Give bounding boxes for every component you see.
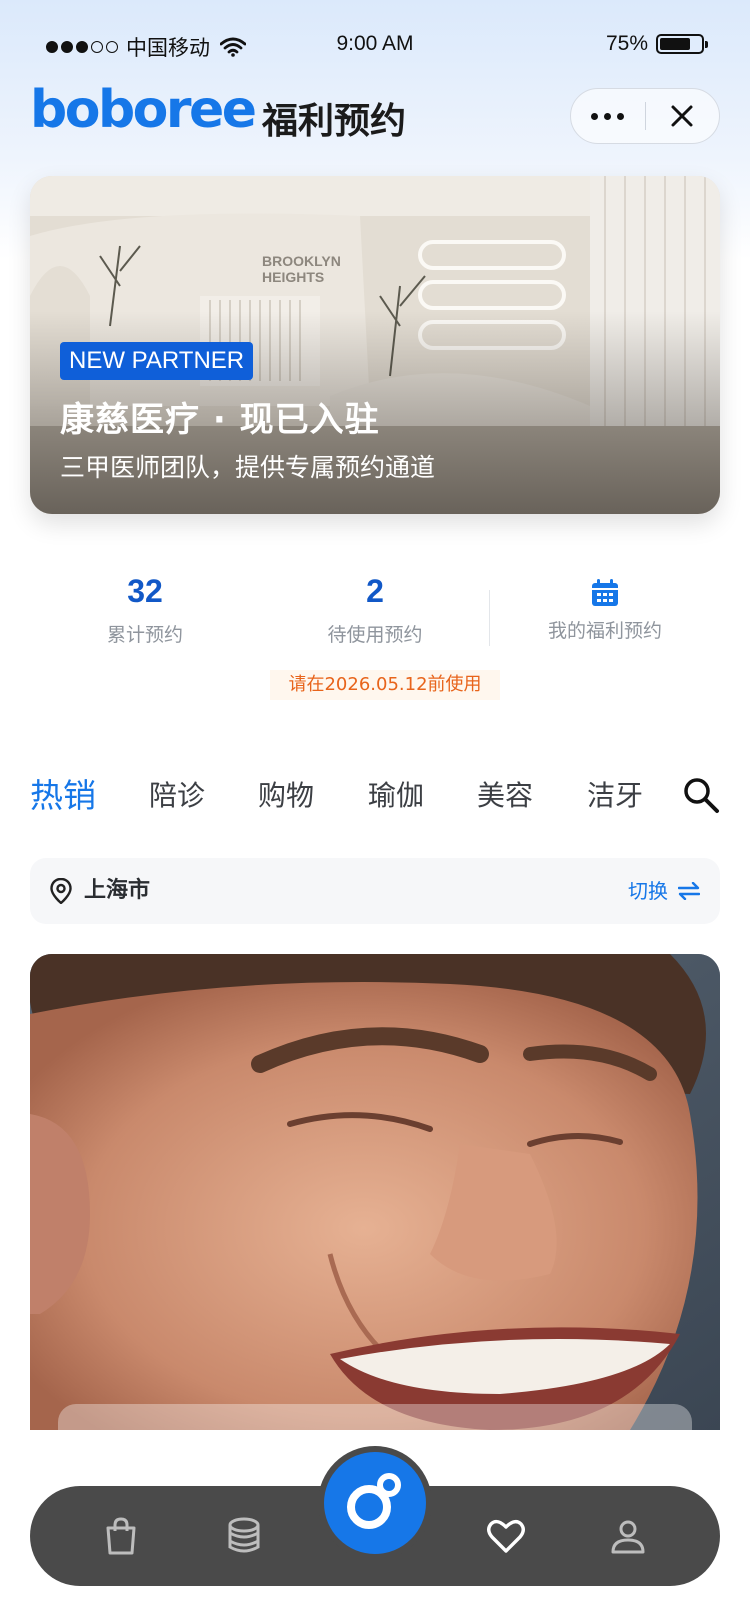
- search-icon: [684, 778, 719, 813]
- stat-pending-bookings[interactable]: 2 待使用预约: [260, 570, 490, 647]
- tab-yoga[interactable]: 瑜伽: [368, 770, 424, 822]
- tab-shopping[interactable]: 购物: [258, 770, 314, 822]
- location-bar: 上海市 切换: [30, 858, 720, 924]
- nav-favorites-button[interactable]: [486, 1516, 526, 1556]
- battery-percent: 75%: [605, 32, 648, 55]
- card-caption-overlay: [58, 1404, 692, 1430]
- app-header: boboree 福利预约: [30, 80, 720, 146]
- pending-bookings-count: 2: [366, 573, 384, 609]
- profile-icon: [611, 1520, 645, 1554]
- smiling-man-photo: [30, 954, 720, 1430]
- battery-level: [660, 38, 690, 50]
- product-card-image[interactable]: [30, 954, 720, 1430]
- pending-bookings-label: 待使用预约: [327, 624, 423, 646]
- status-right: 75%: [605, 32, 708, 56]
- nav-shop-button[interactable]: [101, 1516, 141, 1556]
- calendar-icon: [590, 570, 620, 612]
- banner-subtitle: 三甲医师团队，提供专属预约通道: [60, 453, 436, 482]
- my-bookings-label: 我的福利预约: [547, 620, 662, 642]
- shopping-bag-icon: [106, 1517, 136, 1555]
- stat-total-bookings[interactable]: 32 累计预约: [30, 570, 260, 647]
- heart-icon: [487, 1519, 525, 1553]
- tab-hot[interactable]: 热销: [30, 770, 96, 822]
- nav-profile-button[interactable]: [608, 1516, 648, 1556]
- booking-stats: 32 累计预约 2 待使用预约 我的福利预约 请在2026.05.12前使用: [30, 570, 720, 710]
- my-bookings-button[interactable]: 我的福利预约: [490, 570, 720, 643]
- total-bookings-label: 累计预约: [106, 624, 183, 646]
- status-bar: 中国移动 9:00 AM 75%: [0, 26, 750, 66]
- tab-beauty[interactable]: 美容: [477, 770, 533, 822]
- partner-banner[interactable]: BROOKLYN HEIGHTS NEW PARTNER 康慈医疗 · 现已入驻…: [30, 176, 720, 514]
- switch-city-button[interactable]: 切换: [628, 858, 700, 924]
- tab-escort[interactable]: 陪诊: [149, 770, 205, 822]
- more-options-button[interactable]: [571, 89, 645, 143]
- coins-stack-icon: [228, 1517, 260, 1553]
- swap-icon: [678, 882, 700, 900]
- mini-program-capsule: [570, 88, 720, 144]
- brand-logo: boboree: [30, 80, 257, 140]
- new-partner-badge: NEW PARTNER: [60, 342, 254, 380]
- category-tabs: 热销 陪诊 购物 瑜伽 美容 洁牙: [30, 770, 720, 822]
- nav-home-button[interactable]: [324, 1452, 426, 1554]
- close-button[interactable]: [646, 89, 720, 143]
- expiry-note: 请在2026.05.12前使用: [270, 670, 500, 700]
- battery-icon: [656, 34, 708, 54]
- close-icon: [671, 105, 693, 127]
- location-pin-icon: [50, 878, 72, 904]
- home-logo-icon: [347, 1473, 401, 1529]
- total-bookings-count: 32: [127, 573, 163, 609]
- tab-dental[interactable]: 洁牙: [587, 770, 643, 822]
- banner-title: 康慈医疗 · 现已入驻: [60, 400, 380, 440]
- search-button[interactable]: [682, 776, 720, 818]
- nav-points-button[interactable]: [224, 1516, 264, 1556]
- page-title: 福利预约: [262, 101, 407, 142]
- current-city: 上海市: [84, 878, 151, 903]
- switch-city-label: 切换: [628, 879, 668, 903]
